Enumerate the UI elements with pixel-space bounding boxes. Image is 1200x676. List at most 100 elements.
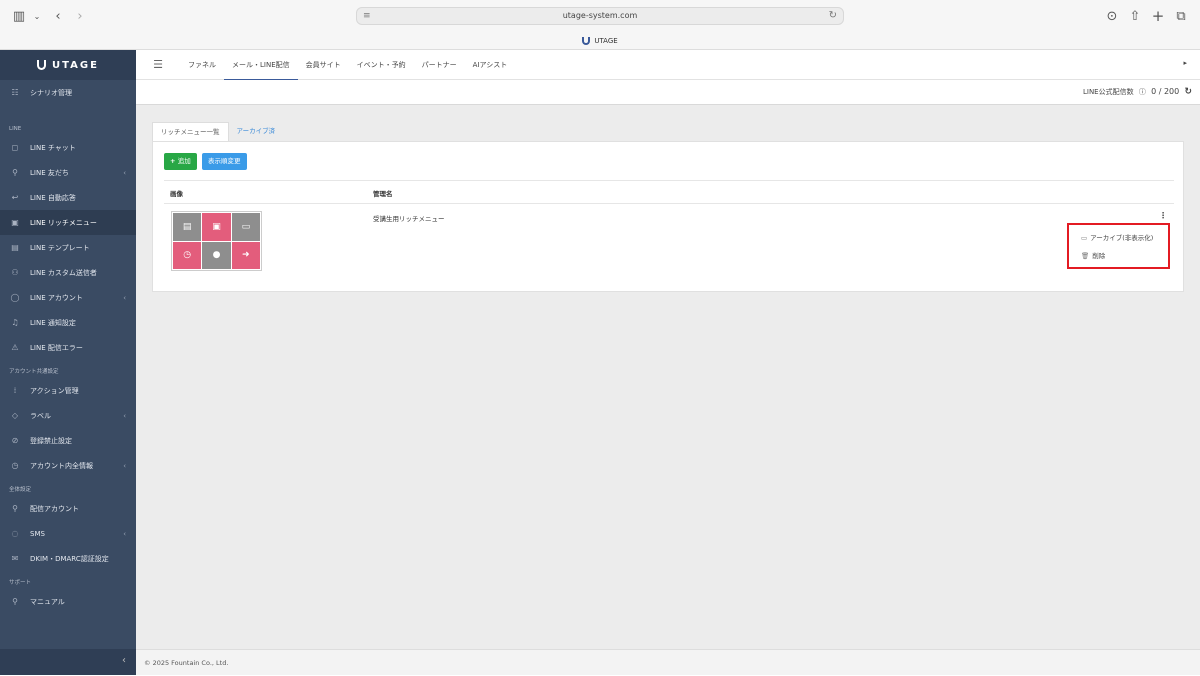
sidebar-item-label: LINE カスタム送信者 [30, 268, 97, 277]
new-tab-icon[interactable]: + [1151, 8, 1165, 24]
top-nav-tab[interactable]: AIアシスト [465, 50, 516, 80]
top-nav-tab[interactable]: イベント・予約 [349, 50, 414, 80]
tabs-overview-icon[interactable]: ⧉ [1174, 9, 1188, 25]
more-options-icon[interactable]: ⋮ [1159, 211, 1167, 220]
clock-icon: ◷ [173, 241, 202, 269]
top-navigation: ☰ ファネル メール・LINE配信 会員サイト イベント・予約 パートナー AIアシスト … [136, 50, 1200, 80]
archive-label: アーカイブ(非表示化) [1090, 234, 1154, 242]
sms-icon: ◌ [11, 529, 19, 538]
person-icon: ⚲ [12, 168, 18, 177]
tab-archived[interactable]: アーカイブ済 [229, 122, 284, 141]
utage-logo-icon [37, 60, 47, 70]
sidebar-item-label: LINE リッチメニュー [30, 218, 97, 227]
top-nav-tab[interactable]: ファネル [180, 50, 224, 80]
reload-icon[interactable]: ↻ [829, 8, 837, 24]
mail-icon: ✉ [11, 554, 19, 563]
archive-menu-item[interactable]: ▭ アーカイブ(非表示化) [1081, 232, 1153, 242]
sidebar-section-heading: LINE [9, 126, 22, 132]
refresh-icon[interactable]: ↻ [1184, 87, 1192, 97]
hamburger-icon[interactable]: ☰ [136, 58, 180, 71]
chevron-icon: ‹ [123, 293, 126, 302]
sidebar-toggle-icon[interactable]: ▥ [12, 9, 26, 25]
forward-icon[interactable]: › [74, 9, 86, 25]
help-icon[interactable]: ⓘ [1139, 88, 1146, 96]
sidebar-item-label: 登録禁止設定 [30, 436, 72, 445]
sidebar-item[interactable]: ◌ SMS ‹ [0, 521, 136, 546]
main-content: リッチメニュー一覧 アーカイブ済 + 追加 表示順変更 画像 管理名 ▤ ▣ ▭… [136, 105, 1200, 649]
sidebar-item[interactable]: ↩ LINE 自動応答 [0, 185, 136, 210]
nav-more-icon[interactable]: ▸ [1183, 59, 1187, 67]
richmenu-icon: ▣ [11, 218, 19, 227]
sidebar-collapse-button[interactable]: ‹ [0, 649, 136, 675]
sidebar-item-label: LINE チャット [30, 143, 76, 152]
sidebar-item[interactable]: ⚲ マニュアル [0, 589, 136, 614]
chevron-icon: ‹ [123, 529, 126, 538]
line-quota-label: LINE公式配信数 [1082, 88, 1134, 96]
sidebar-item[interactable]: ✉ DKIM・DMARC認証設定 [0, 546, 136, 571]
list-icon: ☷ [11, 88, 19, 97]
column-name: 管理名 [373, 190, 393, 198]
map-pin-icon: ● [202, 241, 231, 269]
line-quota-bar: LINE公式配信数 ⓘ 0 / 200 ↻ [136, 81, 1200, 105]
form-icon: ▤ [173, 213, 202, 241]
archive-icon: ▭ [1081, 234, 1088, 242]
sidebar-item[interactable]: ☷ シナリオ管理 [0, 80, 136, 105]
chevron-left-icon: ‹ [122, 655, 126, 666]
person-icon: ⚲ [12, 597, 18, 606]
sidebar-item-label: アクション管理 [30, 386, 79, 395]
sidebar-item[interactable]: ♫ LINE 通知設定 [0, 310, 136, 335]
page-settings-icon[interactable]: ≡ [363, 8, 371, 24]
sidebar-item[interactable]: ⚲ 配信アカウント [0, 496, 136, 521]
delete-menu-item[interactable]: 🗑 削除 [1081, 250, 1105, 260]
sidebar-section-heading: 全体設定 [9, 487, 32, 493]
sidebar-item[interactable]: ▣ LINE リッチメニュー [0, 210, 136, 235]
richmenu-card: + 追加 表示順変更 画像 管理名 ▤ ▣ ▭ ◷ ● ➜ 受講生用リッチメニュ… [152, 141, 1184, 292]
browser-tab[interactable]: UTAGE [0, 32, 1200, 50]
sidebar-item[interactable]: ⚇ LINE カスタム送信者 [0, 260, 136, 285]
account-icon: ◯ [10, 293, 20, 302]
column-image: 画像 [170, 190, 183, 198]
sidebar-item[interactable]: ⊘ 登録禁止設定 [0, 428, 136, 453]
top-nav-tab[interactable]: メール・LINE配信 [224, 50, 298, 80]
share-icon[interactable]: ⇧ [1128, 9, 1142, 25]
ban-icon: ⊘ [11, 436, 19, 445]
back-icon[interactable]: ‹ [52, 9, 64, 25]
sidebar-logo[interactable]: UTAGE [0, 50, 136, 80]
sidebar-item[interactable]: ◷ アカウント内全情報 ‹ [0, 453, 136, 478]
sidebar-item[interactable]: ▤ LINE テンプレート [0, 235, 136, 260]
top-nav-tab[interactable]: 会員サイト [298, 50, 349, 80]
card-icon: ▭ [231, 213, 260, 241]
richmenu-thumbnail[interactable]: ▤ ▣ ▭ ◷ ● ➜ [171, 211, 262, 271]
sidebar: UTAGE ☷ シナリオ管理 LINE ◻ LINE チャット ⚲ LINE 友だち ‹ ↩ LI… [0, 50, 136, 675]
download-icon[interactable]: ⊙ [1105, 9, 1119, 25]
sidebar-item[interactable]: ⚠ LINE 配信エラー [0, 335, 136, 360]
sidebar-item-label: LINE 友だち [30, 168, 69, 177]
browser-toolbar: ▥ ⌄ ‹ › ≡ utage-system.com ↻ ⊙ ⇧ + ⧉ UTA… [0, 0, 1200, 50]
top-nav-tab[interactable]: パートナー [414, 50, 465, 80]
warning-icon: ⚠ [11, 343, 19, 352]
sidebar-item-label: 配信アカウント [30, 504, 79, 513]
sidebar-item[interactable]: ◯ LINE アカウント ‹ [0, 285, 136, 310]
chat-icon: ◻ [11, 143, 19, 152]
gift-icon: ▣ [202, 213, 231, 241]
trash-icon: 🗑 [1081, 252, 1090, 260]
person-icon: ⚲ [12, 504, 18, 513]
sidebar-item[interactable]: ◻ LINE チャット [0, 135, 136, 160]
change-order-button[interactable]: 表示順変更 [202, 153, 247, 170]
delete-label: 削除 [1092, 252, 1106, 260]
info-icon: ◷ [11, 461, 19, 470]
sidebar-item[interactable]: ◇ ラベル ‹ [0, 403, 136, 428]
sidebar-item[interactable]: ⁞ アクション管理 [0, 378, 136, 403]
address-bar[interactable]: ≡ utage-system.com ↻ [356, 7, 844, 25]
richmenu-name[interactable]: 受講生用リッチメニュー [373, 213, 445, 223]
url-text: utage-system.com [562, 11, 638, 20]
logo-text: UTAGE [52, 59, 99, 71]
sidebar-item-label: LINE 配信エラー [30, 343, 83, 352]
chevron-down-icon[interactable]: ⌄ [33, 9, 41, 25]
add-button[interactable]: + 追加 [164, 153, 197, 170]
sidebar-item-label: LINE テンプレート [30, 243, 90, 252]
sidebar-item[interactable]: ⚲ LINE 友だち ‹ [0, 160, 136, 185]
content-tabs: リッチメニュー一覧 アーカイブ済 [152, 122, 283, 141]
tab-richmenu-list[interactable]: リッチメニュー一覧 [152, 122, 229, 141]
sidebar-section-heading: サポート [9, 580, 32, 586]
